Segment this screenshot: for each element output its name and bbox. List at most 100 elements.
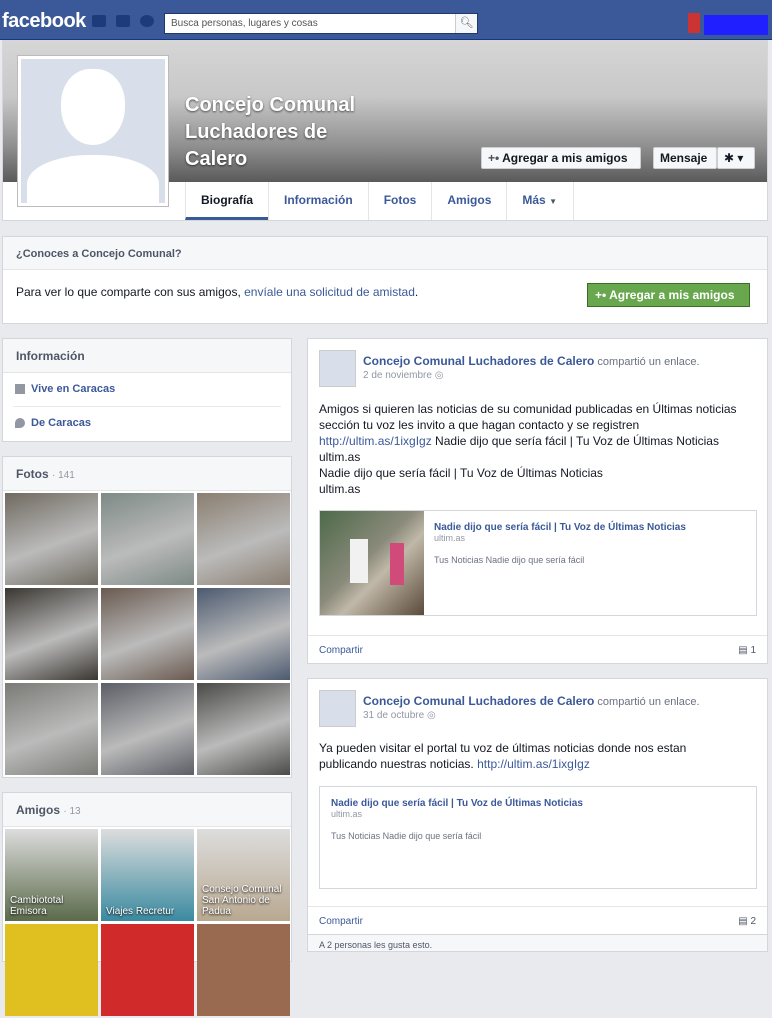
user-name-redacted[interactable] — [704, 15, 768, 35]
photo-thumbnail[interactable] — [5, 588, 98, 680]
photo-thumbnail[interactable] — [101, 683, 194, 775]
link-preview-title[interactable]: Nadie dijo que sería fácil | Tu Voz de Ú… — [434, 522, 754, 533]
friend-name[interactable]: Cambiototal Emisora — [10, 895, 94, 917]
photo-thumbnail[interactable] — [197, 493, 290, 585]
tab-biografia[interactable]: Biografía — [185, 182, 269, 220]
post-author-link[interactable]: Concejo Comunal Luchadores de Calero — [363, 354, 594, 368]
post-url-link[interactable]: http://ultim.as/1ixgIgz — [319, 434, 432, 448]
post-url-link[interactable]: http://ultim.as/1ixgIgz — [477, 757, 590, 771]
comment-icon: ▤ — [738, 916, 748, 927]
message-button[interactable]: Mensaje — [653, 147, 717, 169]
photos-count: · 141 — [52, 470, 75, 481]
photo-thumbnail[interactable] — [197, 683, 290, 775]
friends-box: Amigos · 13 Cambiototal Emisora Viajes Re… — [2, 792, 292, 1016]
friend-requests-icon[interactable] — [92, 15, 106, 27]
page-title-line-2: Luchadores de — [185, 121, 328, 143]
info-box: Información Vive en Caracas De Caracas — [2, 338, 292, 442]
friend-name[interactable]: Viajes Recretur — [106, 906, 190, 917]
friend-tile[interactable]: Viajes Recretur — [101, 829, 194, 921]
info-row-lives: Vive en Caracas — [13, 373, 281, 407]
notifications-globe-icon[interactable] — [140, 15, 154, 27]
friend-name[interactable]: Consejo Comunal San Antonio de Padua — [202, 884, 286, 917]
info-row-from: De Caracas — [13, 407, 281, 441]
user-avatar[interactable] — [688, 13, 700, 33]
post-date[interactable]: 31 de octubre ◎ — [363, 710, 436, 721]
add-friend-label: Agregar a mis amigos — [502, 151, 628, 165]
add-friend-button[interactable]: +• Agregar a mis amigos — [481, 147, 641, 169]
friend-grid: Cambiototal Emisora Viajes Recretur Consej… — [3, 827, 291, 1018]
friend-suggestion-box: ¿Conoces a Concejo Comunal? Para ver lo … — [2, 236, 768, 324]
default-silhouette-icon — [21, 59, 165, 203]
page-title: Concejo Comunal Luchadores de Calero — [185, 92, 425, 173]
post-action: compartió un enlace. — [594, 356, 700, 368]
friend-tile[interactable]: Cambiototal Emisora — [5, 829, 98, 921]
photo-thumbnail[interactable] — [101, 493, 194, 585]
photo-thumbnail[interactable] — [5, 683, 98, 775]
search-input[interactable]: Busca personas, lugares y cosas 🔍︎ — [164, 13, 478, 34]
post-date[interactable]: 2 de noviembre ◎ — [363, 370, 443, 381]
tab-informacion[interactable]: Información — [268, 182, 368, 220]
page-title-line-1: Concejo Comunal — [185, 94, 356, 116]
search-placeholder: Busca personas, lugares y cosas — [171, 18, 318, 29]
info-box-title[interactable]: Información — [3, 339, 291, 373]
share-link[interactable]: Compartir — [319, 645, 363, 656]
page-title-line-3: Calero — [185, 148, 248, 170]
tab-amigos[interactable]: Amigos — [431, 182, 506, 220]
share-link[interactable]: Compartir — [319, 916, 363, 927]
post-author-link[interactable]: Concejo Comunal Luchadores de Calero — [363, 694, 594, 708]
photos-box: Fotos · 141 — [2, 456, 292, 778]
link-preview-title[interactable]: Nadie dijo que sería fácil | Tu Voz de Ú… — [331, 798, 741, 809]
post-text: Ya pueden visitar el portal tu voz de úl… — [319, 741, 687, 771]
info-label: De — [31, 417, 49, 429]
photo-grid — [3, 491, 291, 777]
comment-icon: ▤ — [738, 645, 748, 656]
top-bar: facebook Busca personas, lugares y cosas… — [0, 0, 772, 40]
photo-thumbnail[interactable] — [101, 588, 194, 680]
friend-tile[interactable] — [197, 924, 290, 1016]
profile-picture[interactable] — [17, 55, 169, 207]
public-globe-icon: ◎ — [434, 370, 444, 381]
tab-fotos[interactable]: Fotos — [367, 182, 432, 220]
tab-mas[interactable]: Más ▼ — [506, 182, 575, 220]
gear-dropdown-icon[interactable]: ✱ ▾ — [717, 147, 755, 169]
timeline-post: Concejo Comunal Luchadores de Calero com… — [307, 338, 768, 664]
facebook-logo[interactable]: facebook — [2, 10, 86, 33]
link-preview-domain: ultim.as — [331, 809, 363, 819]
profile-header: Concejo Comunal Luchadores de Calero +• … — [2, 40, 768, 221]
comments-count[interactable]: ▤ 1 — [738, 645, 756, 656]
friend-suggestion-period: . — [414, 285, 419, 299]
location-pin-icon — [15, 418, 25, 428]
search-icon[interactable]: 🔍︎ — [455, 14, 477, 33]
send-request-link[interactable]: envíale una solicitud de amistad — [244, 285, 415, 299]
messages-icon[interactable] — [116, 15, 130, 27]
link-preview-domain: ultim.as — [434, 533, 466, 543]
city-link[interactable]: Caracas — [72, 383, 115, 395]
likes-summary[interactable]: A 2 personas les gusta esto. — [307, 935, 768, 952]
link-preview-card[interactable]: Nadie dijo que sería fácil | Tu Voz de Ú… — [319, 510, 757, 616]
friend-tile[interactable] — [5, 924, 98, 1016]
info-label: Vive en — [31, 383, 73, 395]
add-friend-icon: +• — [595, 288, 607, 302]
timeline-post: Concejo Comunal Luchadores de Calero com… — [307, 678, 768, 935]
comments-count[interactable]: ▤ 2 — [738, 916, 756, 927]
chevron-down-icon: ▼ — [549, 197, 557, 206]
friends-box-title[interactable]: Amigos · 13 — [3, 793, 291, 827]
photos-title: Fotos — [16, 467, 49, 481]
friends-title: Amigos — [16, 803, 61, 817]
link-preview-description: Tus Noticias Nadie dijo que sería fácil — [434, 555, 585, 565]
friend-tile[interactable] — [101, 924, 194, 1016]
post-avatar[interactable] — [319, 690, 356, 727]
hometown-link[interactable]: Caracas — [48, 417, 91, 429]
link-preview-card[interactable]: Nadie dijo que sería fácil | Tu Voz de Ú… — [319, 786, 757, 889]
friend-tile[interactable]: Consejo Comunal San Antonio de Padua — [197, 829, 290, 921]
add-friend-green-button[interactable]: +• Agregar a mis amigos — [587, 283, 750, 307]
link-preview-image — [320, 511, 424, 615]
post-footer: Compartir ▤ 1 — [308, 635, 767, 665]
post-avatar[interactable] — [319, 350, 356, 387]
post-action: compartió un enlace. — [594, 696, 700, 708]
add-friend-icon: +• — [488, 151, 500, 165]
photo-thumbnail[interactable] — [197, 588, 290, 680]
friend-suggestion-title: ¿Conoces a Concejo Comunal? — [3, 237, 767, 270]
photos-box-title[interactable]: Fotos · 141 — [3, 457, 291, 491]
photo-thumbnail[interactable] — [5, 493, 98, 585]
